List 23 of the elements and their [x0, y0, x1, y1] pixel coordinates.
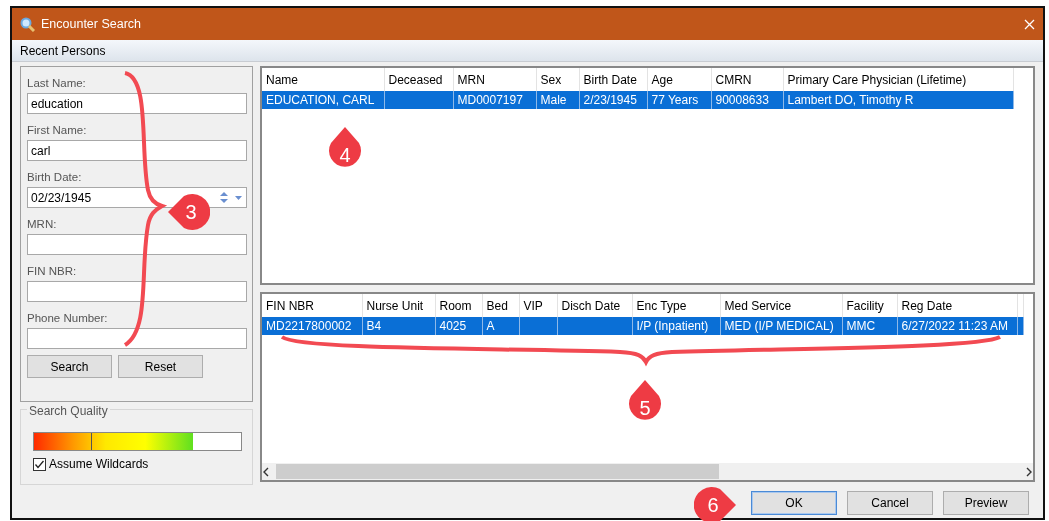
table-cell: 6/27/2022 11:23 AM	[901, 319, 1009, 333]
table-cell: MMC	[846, 319, 876, 333]
window-title: Encounter Search	[41, 15, 143, 33]
table-cell: 2/23/1945	[583, 93, 637, 107]
table-cell: A	[486, 319, 495, 333]
table-cell: 90008633	[715, 93, 769, 107]
field-label: MRN:	[27, 217, 58, 232]
table-cell: EDUCATION, CARL	[266, 93, 375, 107]
table-cell: MED (I/P MEDICAL)	[724, 319, 834, 333]
field-label: Birth Date:	[27, 170, 83, 185]
table-cell: 4025	[439, 319, 467, 333]
table-cell: B4	[366, 319, 382, 333]
table-cell: MD0007197	[457, 93, 523, 107]
field-label: First Name:	[27, 123, 88, 138]
table-cell: 77 Years	[651, 93, 699, 107]
table-cell: I/P (Inpatient)	[636, 319, 709, 333]
checkbox-label: Assume Wildcards	[49, 456, 149, 473]
table-cell: Lambert DO, Timothy R	[787, 93, 914, 107]
field-label: FIN NBR:	[27, 264, 78, 279]
table-cell: Male	[540, 93, 567, 107]
field-label: Phone Number:	[27, 311, 109, 326]
field-label: Last Name:	[27, 76, 87, 91]
table-cell: MD2217800002	[266, 319, 352, 333]
